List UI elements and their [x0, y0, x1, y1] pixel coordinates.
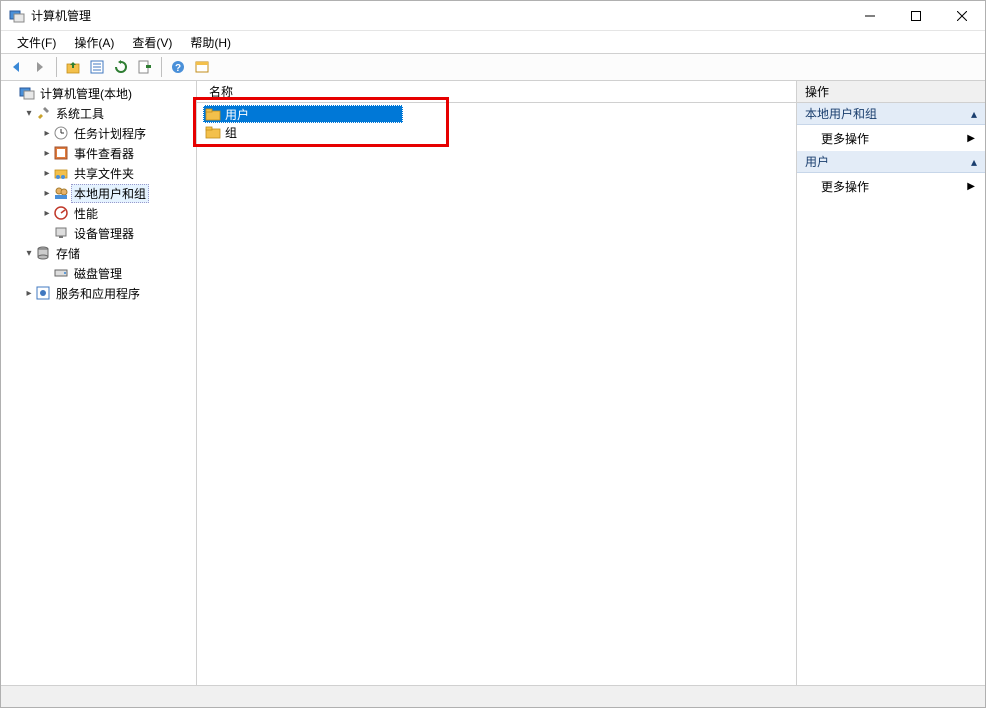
chevron-right-icon: ▸	[23, 288, 35, 299]
tree-label: 任务计划程序	[71, 124, 149, 143]
tree-storage[interactable]: ▾ 存储	[1, 243, 196, 263]
chevron-right-icon: ▸	[41, 168, 53, 179]
show-hide-button[interactable]	[191, 56, 213, 78]
list-item-users[interactable]: 用户	[203, 105, 403, 123]
action-more-actions-2[interactable]: 更多操作 ▶	[797, 173, 985, 199]
help-button[interactable]: ?	[167, 56, 189, 78]
tree-local-users-groups[interactable]: ▸ 本地用户和组	[1, 183, 196, 203]
menu-help[interactable]: 帮助(H)	[182, 32, 239, 53]
action-pane: 操作 本地用户和组 ▴ 更多操作 ▶ 用户 ▴ 更多操作 ▶	[797, 81, 985, 685]
export-button[interactable]	[134, 56, 156, 78]
list-item-groups[interactable]: 组	[203, 123, 790, 141]
storage-icon	[35, 245, 51, 261]
chevron-right-icon: ▸	[41, 148, 53, 159]
chevron-down-icon: ▾	[23, 248, 35, 259]
refresh-button[interactable]	[110, 56, 132, 78]
tree-pane: 计算机管理(本地) ▾ 系统工具 ▸ 任务计划程序 ▸ 事件查看器 ▸ 共享文件…	[1, 81, 197, 685]
window-title: 计算机管理	[31, 7, 847, 24]
statusbar	[1, 685, 985, 707]
list-item-label: 用户	[225, 106, 249, 123]
chevron-right-icon: ▸	[41, 188, 53, 199]
action-pane-title: 操作	[797, 81, 985, 103]
action-section-label: 用户	[805, 153, 829, 170]
svg-text:?: ?	[175, 63, 181, 74]
tree-label: 事件查看器	[71, 144, 137, 163]
tree-label: 存储	[53, 244, 83, 263]
chevron-right-icon: ▶	[967, 181, 975, 192]
tree-label: 系统工具	[53, 104, 107, 123]
properties-button[interactable]	[86, 56, 108, 78]
folder-icon	[205, 124, 221, 140]
device-icon	[53, 225, 69, 241]
menubar: 文件(F) 操作(A) 查看(V) 帮助(H)	[1, 31, 985, 53]
users-icon	[53, 185, 69, 201]
tree-label: 设备管理器	[71, 224, 137, 243]
collapse-icon: ▴	[971, 155, 977, 169]
maximize-button[interactable]	[893, 1, 939, 30]
action-section-local-users[interactable]: 本地用户和组 ▴	[797, 103, 985, 125]
menu-view[interactable]: 查看(V)	[124, 32, 180, 53]
app-icon	[9, 8, 25, 24]
tree-services-apps[interactable]: ▸ 服务和应用程序	[1, 283, 196, 303]
services-icon	[35, 285, 51, 301]
folder-icon	[205, 106, 221, 122]
tree-label: 服务和应用程序	[53, 284, 143, 303]
tree-shared-folders[interactable]: ▸ 共享文件夹	[1, 163, 196, 183]
menu-file[interactable]: 文件(F)	[9, 32, 64, 53]
tree-label: 计算机管理(本地)	[37, 84, 135, 103]
list-pane: 名称 用户 组	[197, 81, 797, 685]
column-header-name[interactable]: 名称	[197, 81, 796, 103]
shared-folder-icon	[53, 165, 69, 181]
tree-task-scheduler[interactable]: ▸ 任务计划程序	[1, 123, 196, 143]
menu-action[interactable]: 操作(A)	[66, 32, 122, 53]
chevron-right-icon: ▸	[41, 128, 53, 139]
tree-label: 共享文件夹	[71, 164, 137, 183]
tree-label: 本地用户和组	[71, 184, 149, 203]
chevron-right-icon: ▶	[967, 133, 975, 144]
tree-label: 磁盘管理	[71, 264, 125, 283]
action-more-actions-1[interactable]: 更多操作 ▶	[797, 125, 985, 151]
tree-label: 性能	[71, 204, 101, 223]
titlebar: 计算机管理	[1, 1, 985, 31]
tree-event-viewer[interactable]: ▸ 事件查看器	[1, 143, 196, 163]
event-icon	[53, 145, 69, 161]
tree-system-tools[interactable]: ▾ 系统工具	[1, 103, 196, 123]
forward-button[interactable]	[29, 56, 51, 78]
action-section-label: 本地用户和组	[805, 105, 877, 122]
collapse-icon: ▴	[971, 107, 977, 121]
disk-icon	[53, 265, 69, 281]
back-button[interactable]	[5, 56, 27, 78]
action-item-label: 更多操作	[821, 130, 869, 147]
minimize-button[interactable]	[847, 1, 893, 30]
close-button[interactable]	[939, 1, 985, 30]
toolbar: ?	[1, 53, 985, 81]
list-item-label: 组	[225, 124, 237, 141]
tree-performance[interactable]: ▸ 性能	[1, 203, 196, 223]
tree-device-manager[interactable]: 设备管理器	[1, 223, 196, 243]
chevron-right-icon: ▸	[41, 208, 53, 219]
up-button[interactable]	[62, 56, 84, 78]
tree-disk-management[interactable]: 磁盘管理	[1, 263, 196, 283]
tools-icon	[35, 105, 51, 121]
action-item-label: 更多操作	[821, 178, 869, 195]
clock-icon	[53, 125, 69, 141]
tree-root[interactable]: 计算机管理(本地)	[1, 83, 196, 103]
computer-icon	[19, 85, 35, 101]
chevron-down-icon: ▾	[23, 108, 35, 119]
performance-icon	[53, 205, 69, 221]
action-section-users[interactable]: 用户 ▴	[797, 151, 985, 173]
